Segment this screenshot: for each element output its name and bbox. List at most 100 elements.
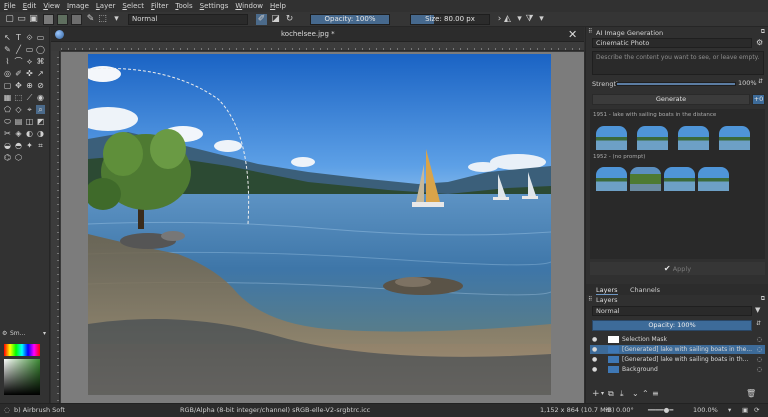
eraser-mode-icon[interactable]: ✐ (256, 14, 267, 25)
freehand-brush-icon[interactable]: ✎ (3, 45, 12, 54)
opacity-slider[interactable]: Opacity: 100% (310, 14, 390, 25)
tool-c-icon[interactable]: ◓ (14, 141, 23, 150)
history-thumbnail[interactable] (630, 167, 661, 191)
polyline-icon[interactable]: ⌒ (14, 57, 23, 66)
close-icon[interactable]: ✕ (568, 28, 577, 41)
pan-icon[interactable]: ◐ (25, 129, 34, 138)
blend-icon[interactable]: ⬚ (97, 14, 108, 25)
menu-window[interactable]: Window (235, 2, 263, 10)
reference-icon[interactable]: ⟋ (25, 93, 34, 102)
float-icon[interactable]: ⧉ (761, 295, 765, 303)
dynamic-brush-icon[interactable]: ⌘ (36, 57, 45, 66)
sync-icon[interactable]: ⟳ (754, 404, 759, 417)
brush-settings-icon[interactable]: ✎ (85, 14, 96, 25)
size-slider[interactable]: Size: 80.00 px (410, 14, 490, 25)
dock-handle-icon[interactable]: ⠿ (588, 296, 592, 303)
prompt-input[interactable]: Describe the content you want to see, or… (592, 51, 764, 75)
mirror-vertical-icon[interactable]: ⧩ (524, 14, 535, 25)
layer-row[interactable]: ● Selection Mask ◌ (590, 335, 765, 344)
lake-photo[interactable] (88, 54, 551, 395)
contiguous-select-icon[interactable]: ⬭ (3, 117, 12, 126)
layer-row[interactable]: ● Background ◌ (590, 365, 765, 374)
layer-row[interactable]: ● [Generated] lake with sailing boats in … (590, 355, 765, 364)
tool-g-icon[interactable]: ⬡ (14, 153, 23, 162)
layer-blend-mode-select[interactable]: Normal (592, 306, 752, 316)
save-icon[interactable]: ▣ (28, 14, 39, 25)
color-square[interactable] (4, 359, 40, 395)
tool-a-icon[interactable]: ◑ (36, 129, 45, 138)
preserve-alpha-icon[interactable]: ◪ (270, 14, 281, 25)
measure-icon[interactable]: ⬚ (14, 93, 23, 102)
rect-select-icon[interactable]: ⬠ (3, 105, 12, 114)
text-icon[interactable]: T (14, 33, 23, 42)
menu-layer[interactable]: Layer (96, 2, 116, 10)
bezier-icon[interactable]: ⟡ (25, 57, 34, 66)
history-thumbnail[interactable] (698, 167, 729, 191)
history-thumbnail[interactable] (596, 167, 627, 191)
dropdown-icon[interactable]: ▾ (536, 14, 547, 25)
menu-filter[interactable]: Filter (151, 2, 168, 10)
crop-icon[interactable]: ▢ (3, 81, 12, 90)
tab-channels[interactable]: Channels (630, 286, 660, 294)
zoom-slider-icon[interactable]: ━━━━●━ (648, 404, 673, 417)
visibility-eye-icon[interactable]: ● (592, 335, 597, 344)
polygon-icon[interactable]: ⌇ (3, 57, 12, 66)
polygon-select-icon[interactable]: ⌖ (25, 105, 34, 114)
magnetic-select-icon[interactable]: ◩ (36, 117, 45, 126)
mirror-horizontal-icon[interactable]: ◭ (502, 14, 513, 25)
selection-icon[interactable]: ◉ (36, 93, 45, 102)
stepper-icon[interactable]: ⇵ (758, 78, 763, 85)
generate-count-button[interactable]: +0 (752, 94, 765, 105)
tool-f-icon[interactable]: ⌬ (3, 153, 12, 162)
reload-preset-icon[interactable]: ↻ (284, 14, 295, 25)
pattern-swatch[interactable] (57, 14, 68, 25)
layer-row[interactable]: ● [Generated] lake with sailing boats in … (590, 345, 765, 354)
move-icon[interactable]: ↗ (36, 69, 45, 78)
smart-patch-icon[interactable]: ✐ (14, 69, 23, 78)
calligraphy-icon[interactable]: ▭ (36, 33, 45, 42)
settings-icon[interactable]: ⚙ (2, 330, 7, 337)
chevron-down-icon[interactable]: ▾ (43, 330, 46, 337)
ellipse-icon[interactable]: ◯ (36, 45, 45, 54)
freehand-select-icon[interactable]: ⌕ (36, 105, 45, 114)
settings-icon[interactable]: ⚙ (756, 38, 763, 47)
stepper-icon[interactable]: ⇵ (756, 320, 761, 327)
history-thumbnail[interactable] (596, 126, 627, 150)
menu-edit[interactable]: Edit (23, 2, 37, 10)
new-document-icon[interactable]: ▢ (4, 14, 15, 25)
gradient-swatch[interactable] (43, 14, 54, 25)
filter-icon[interactable]: ▼ (755, 306, 760, 314)
presets-icon[interactable]: ▾ (111, 14, 122, 25)
add-layer-icon[interactable]: + (592, 389, 600, 399)
move-up-icon[interactable]: ⌃ (642, 389, 649, 398)
similar-select-icon[interactable]: ▤ (14, 117, 23, 126)
rotation-icon[interactable]: ⟲ (605, 404, 610, 417)
image-canvas[interactable] (88, 54, 551, 395)
color-picker-icon[interactable]: ⊘ (36, 81, 45, 90)
menu-help[interactable]: Help (270, 2, 286, 10)
cut-icon[interactable]: ✂ (3, 129, 12, 138)
ellipse-select-icon[interactable]: ◇ (14, 105, 23, 114)
assistant-icon[interactable]: ▦ (3, 93, 12, 102)
merge-down-icon[interactable]: ⤓ (620, 389, 624, 399)
visibility-eye-icon[interactable]: ● (592, 365, 597, 374)
layer-lock-icon[interactable]: ◌ (757, 365, 762, 374)
move-down-icon[interactable]: ⌄ (632, 389, 639, 398)
blend-mode-select[interactable]: Normal (128, 14, 248, 25)
hue-strip[interactable] (4, 344, 40, 356)
tool-b-icon[interactable]: ◒ (3, 141, 12, 150)
transform-icon[interactable]: ✜ (25, 69, 34, 78)
multibrush-icon[interactable]: ◎ (3, 69, 12, 78)
gradient-icon[interactable]: ✥ (14, 81, 23, 90)
dock-handle-icon[interactable]: ⠿ (588, 28, 592, 35)
document-tab-title[interactable]: kochelsee.jpg * (281, 30, 335, 38)
menu-tools[interactable]: Tools (175, 2, 192, 10)
open-folder-icon[interactable]: ▭ (16, 14, 27, 25)
line-icon[interactable]: ╱ (14, 45, 23, 54)
canvas-viewport[interactable] (61, 52, 584, 403)
layer-lock-icon[interactable]: ◌ (757, 355, 762, 364)
tool-d-icon[interactable]: ✦ (25, 141, 34, 150)
generate-button[interactable]: Generate (592, 94, 750, 105)
layer-opacity-slider[interactable]: Opacity: 100% (592, 320, 752, 331)
menu-file[interactable]: File (4, 2, 16, 10)
